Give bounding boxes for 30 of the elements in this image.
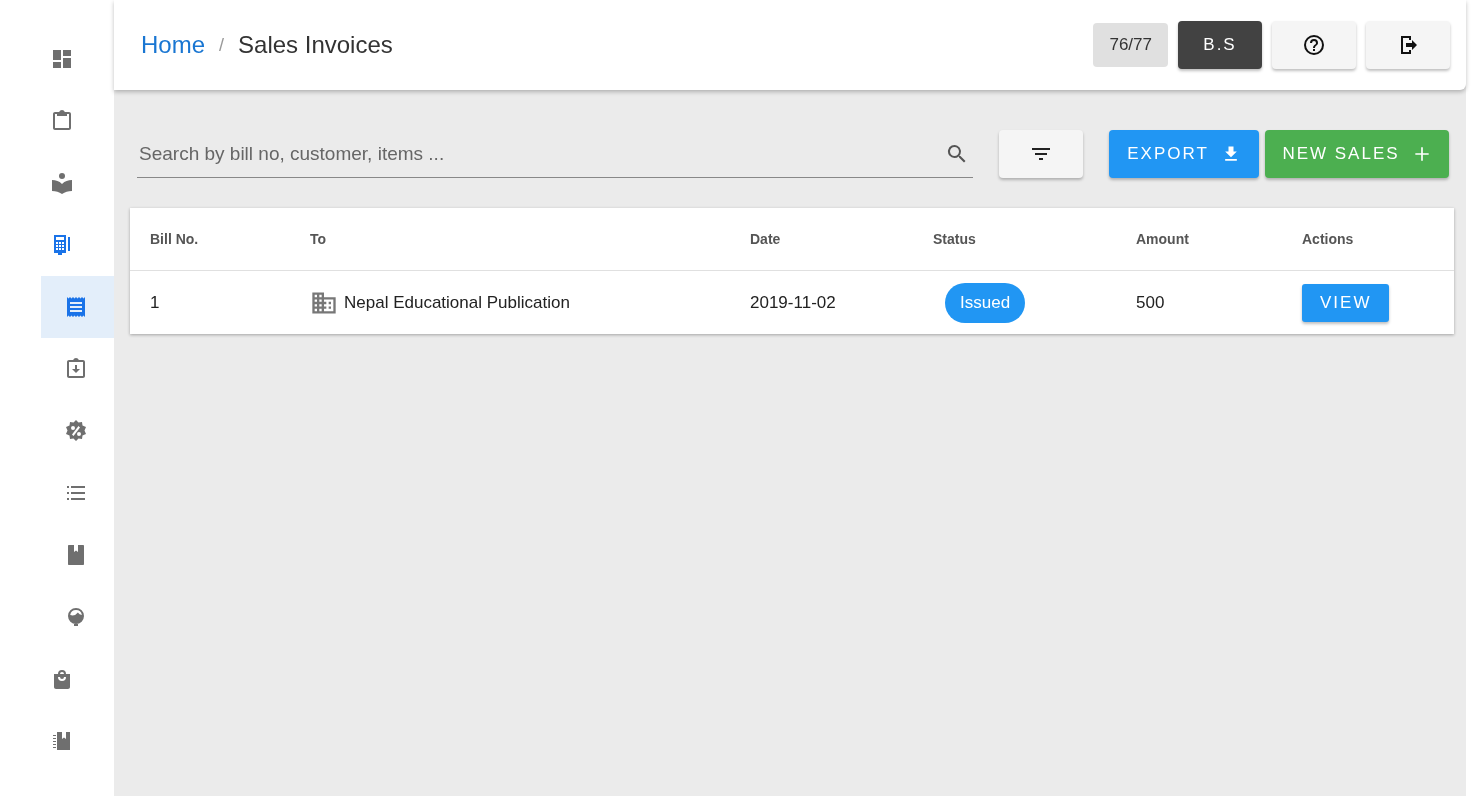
export-button[interactable]: EXPORT: [1109, 130, 1259, 178]
dashboard-icon: [50, 47, 74, 71]
column-header: Date: [750, 231, 782, 247]
discount-badge-icon: [64, 419, 88, 443]
view-button[interactable]: VIEW: [1302, 283, 1390, 322]
breadcrumb-link[interactable]: Home: [141, 31, 206, 59]
table-cell-text: 1: [149, 292, 161, 313]
clipboard-icon: [50, 109, 74, 133]
clipboard-download-icon: [64, 357, 88, 381]
column-header: Bill No.: [149, 231, 200, 247]
page-title: Sales Invoices: [238, 31, 393, 59]
sidebar-item[interactable]: [41, 276, 114, 338]
receipt-icon: [64, 295, 88, 319]
reading-person-icon: [50, 171, 74, 195]
count-badge: 76/77: [1093, 23, 1168, 67]
status-chip: Issued: [945, 282, 1026, 323]
new-sales-button[interactable]: NEW SALES: [1265, 130, 1449, 178]
column-header: Actions: [1302, 231, 1355, 247]
column-header: Status: [933, 231, 977, 247]
column-header: To: [310, 231, 328, 247]
table-cell-text: 2019-11-02: [750, 292, 837, 313]
calendar-toggle-button[interactable]: B.S: [1178, 21, 1262, 69]
table-cell-text: 500: [1136, 292, 1166, 313]
help-icon: [1302, 33, 1326, 57]
table-cell: Nepal Educational Publication: [344, 292, 570, 313]
help-button[interactable]: [1272, 21, 1356, 69]
logout-button[interactable]: [1366, 21, 1450, 69]
column-header: Amount: [1136, 231, 1190, 247]
breadcrumb-separator: /: [219, 34, 225, 56]
search-field[interactable]: Search by bill no, customer, items ...: [137, 141, 945, 166]
